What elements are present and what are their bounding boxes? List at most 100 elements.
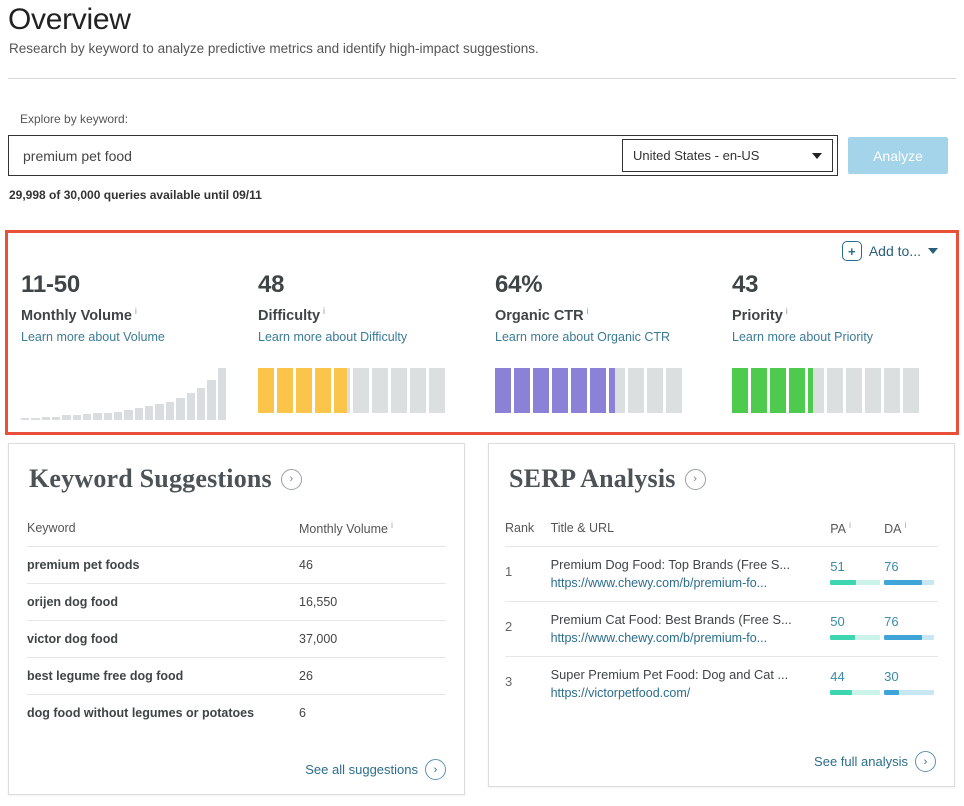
chevron-down-icon: [928, 248, 938, 254]
footer-link-label: See full analysis: [814, 754, 908, 769]
pa-bar-fill: [830, 690, 852, 695]
gauge-segment-fill: [258, 368, 274, 413]
keyword-cell: orijen dog food: [27, 584, 299, 621]
pa-bar-fill: [830, 580, 856, 585]
gauge-segment: [410, 368, 426, 413]
pa-cell: 51: [830, 547, 884, 602]
table-row[interactable]: best legume free dog food26: [27, 658, 446, 695]
keyword-table: Keyword Monthly Volumei premium pet food…: [27, 516, 446, 731]
metric-label-text: Monthly Volume: [21, 308, 132, 324]
histogram-bar: [145, 406, 153, 420]
see-all-suggestions-link[interactable]: See all suggestions ›: [305, 759, 446, 780]
gauge-segment-fill: [732, 368, 748, 413]
gauge-segment: [495, 368, 511, 413]
learn-more-link[interactable]: Learn more about Organic CTR: [495, 330, 719, 344]
locale-select[interactable]: United States - en-US: [622, 139, 833, 172]
gauge-segment: [666, 368, 682, 413]
learn-more-link[interactable]: Learn more about Priority: [732, 330, 956, 344]
da-bar: [884, 635, 934, 640]
result-url-link[interactable]: https://victorpetfood.com/: [551, 684, 801, 702]
da-bar-fill: [884, 635, 922, 640]
gauge-segment: [751, 368, 767, 413]
result-title: Premium Cat Food: Best Brands (Free S...: [551, 611, 801, 629]
result-url-link[interactable]: https://www.chewy.com/b/premium-fo...: [551, 574, 801, 592]
info-icon[interactable]: i: [587, 306, 589, 316]
info-icon[interactable]: i: [135, 306, 137, 316]
gauge-segment-fill: [770, 368, 786, 413]
metric-label-text: Priority: [732, 308, 783, 324]
histogram-bar: [218, 368, 226, 420]
info-icon[interactable]: i: [905, 520, 907, 530]
column-label: Title & URL: [551, 521, 614, 535]
info-icon[interactable]: i: [786, 306, 788, 316]
column-header-keyword: Keyword: [27, 516, 299, 547]
table-row[interactable]: dog food without legumes or potatoes6: [27, 695, 446, 732]
keyword-cell: best legume free dog food: [27, 658, 299, 695]
metric-value: 11-50: [21, 271, 245, 299]
da-bar: [884, 580, 934, 585]
gauge-segment-fill: [514, 368, 530, 413]
histogram-bar: [31, 418, 39, 420]
gauge-segment: [590, 368, 606, 413]
metric-label: Difficultyi: [258, 301, 482, 326]
locale-select-value: United States - en-US: [633, 148, 759, 163]
pa-value: 44: [830, 669, 884, 685]
gauge-segment: [258, 368, 274, 413]
metric-value: 64%: [495, 271, 719, 299]
header-divider: [8, 78, 956, 79]
table-header-row: Rank Title & URL PAi DAi: [505, 516, 938, 547]
priority-gauge: [732, 368, 956, 413]
da-bar-fill: [884, 690, 899, 695]
info-icon[interactable]: i: [849, 520, 851, 530]
keyword-cell: premium pet foods: [27, 547, 299, 584]
info-icon[interactable]: i: [391, 520, 393, 530]
pa-bar: [830, 580, 880, 585]
histogram-bar: [114, 412, 122, 420]
metric-label-text: Difficulty: [258, 308, 320, 324]
table-row[interactable]: orijen dog food16,550: [27, 584, 446, 621]
metric-label: Organic CTRi: [495, 301, 719, 326]
chevron-right-icon: ›: [915, 751, 936, 772]
column-header-monthly-volume: Monthly Volumei: [299, 516, 446, 547]
gauge-segment: [391, 368, 407, 413]
metric-priority: 43 Priorityi Learn more about Priority: [719, 271, 956, 344]
metric-label: Monthly Volumei: [21, 301, 245, 326]
gauge-segment-fill: [334, 368, 347, 413]
metric-label: Priorityi: [732, 301, 956, 326]
serp-analysis-title: SERP Analysis ›: [489, 444, 954, 494]
gauge-segment: [334, 368, 350, 413]
gauge-segment: [514, 368, 530, 413]
histogram-bar: [207, 380, 215, 420]
info-icon[interactable]: i: [323, 306, 325, 316]
analyze-button[interactable]: Analyze: [848, 137, 948, 174]
table-row[interactable]: 2Premium Cat Food: Best Brands (Free S..…: [505, 602, 938, 657]
metric-value: 43: [732, 271, 956, 299]
histogram-bar: [176, 398, 184, 420]
add-to-button[interactable]: + Add to...: [842, 241, 938, 261]
histogram-bar: [124, 410, 132, 420]
table-row[interactable]: 3Super Premium Pet Food: Dog and Cat ...…: [505, 657, 938, 712]
learn-more-link[interactable]: Learn more about Volume: [21, 330, 245, 344]
metric-value: 48: [258, 271, 482, 299]
gauge-segment: [808, 368, 824, 413]
gauge-organic-ctr: [482, 368, 719, 420]
chevron-right-icon[interactable]: ›: [685, 469, 706, 490]
volume-cell: 16,550: [299, 584, 446, 621]
result-url-link[interactable]: https://www.chewy.com/b/premium-fo...: [551, 629, 801, 647]
result-title: Super Premium Pet Food: Dog and Cat ...: [551, 666, 801, 684]
pa-cell: 44: [830, 657, 884, 712]
gauges-row: [8, 368, 956, 420]
metric-difficulty: 48 Difficultyi Learn more about Difficul…: [245, 271, 482, 344]
table-row[interactable]: 1Premium Dog Food: Top Brands (Free S...…: [505, 547, 938, 602]
see-full-analysis-link[interactable]: See full analysis ›: [814, 751, 936, 772]
chevron-down-icon: [812, 153, 822, 159]
metric-organic-ctr: 64% Organic CTRi Learn more about Organi…: [482, 271, 719, 344]
chevron-right-icon[interactable]: ›: [281, 469, 302, 490]
gauge-segment: [315, 368, 331, 413]
da-cell: 76: [884, 602, 938, 657]
table-row[interactable]: victor dog food37,000: [27, 621, 446, 658]
table-row[interactable]: premium pet foods46: [27, 547, 446, 584]
histogram-bar: [93, 413, 101, 420]
learn-more-link[interactable]: Learn more about Difficulty: [258, 330, 482, 344]
gauge-segment-fill: [808, 368, 813, 413]
